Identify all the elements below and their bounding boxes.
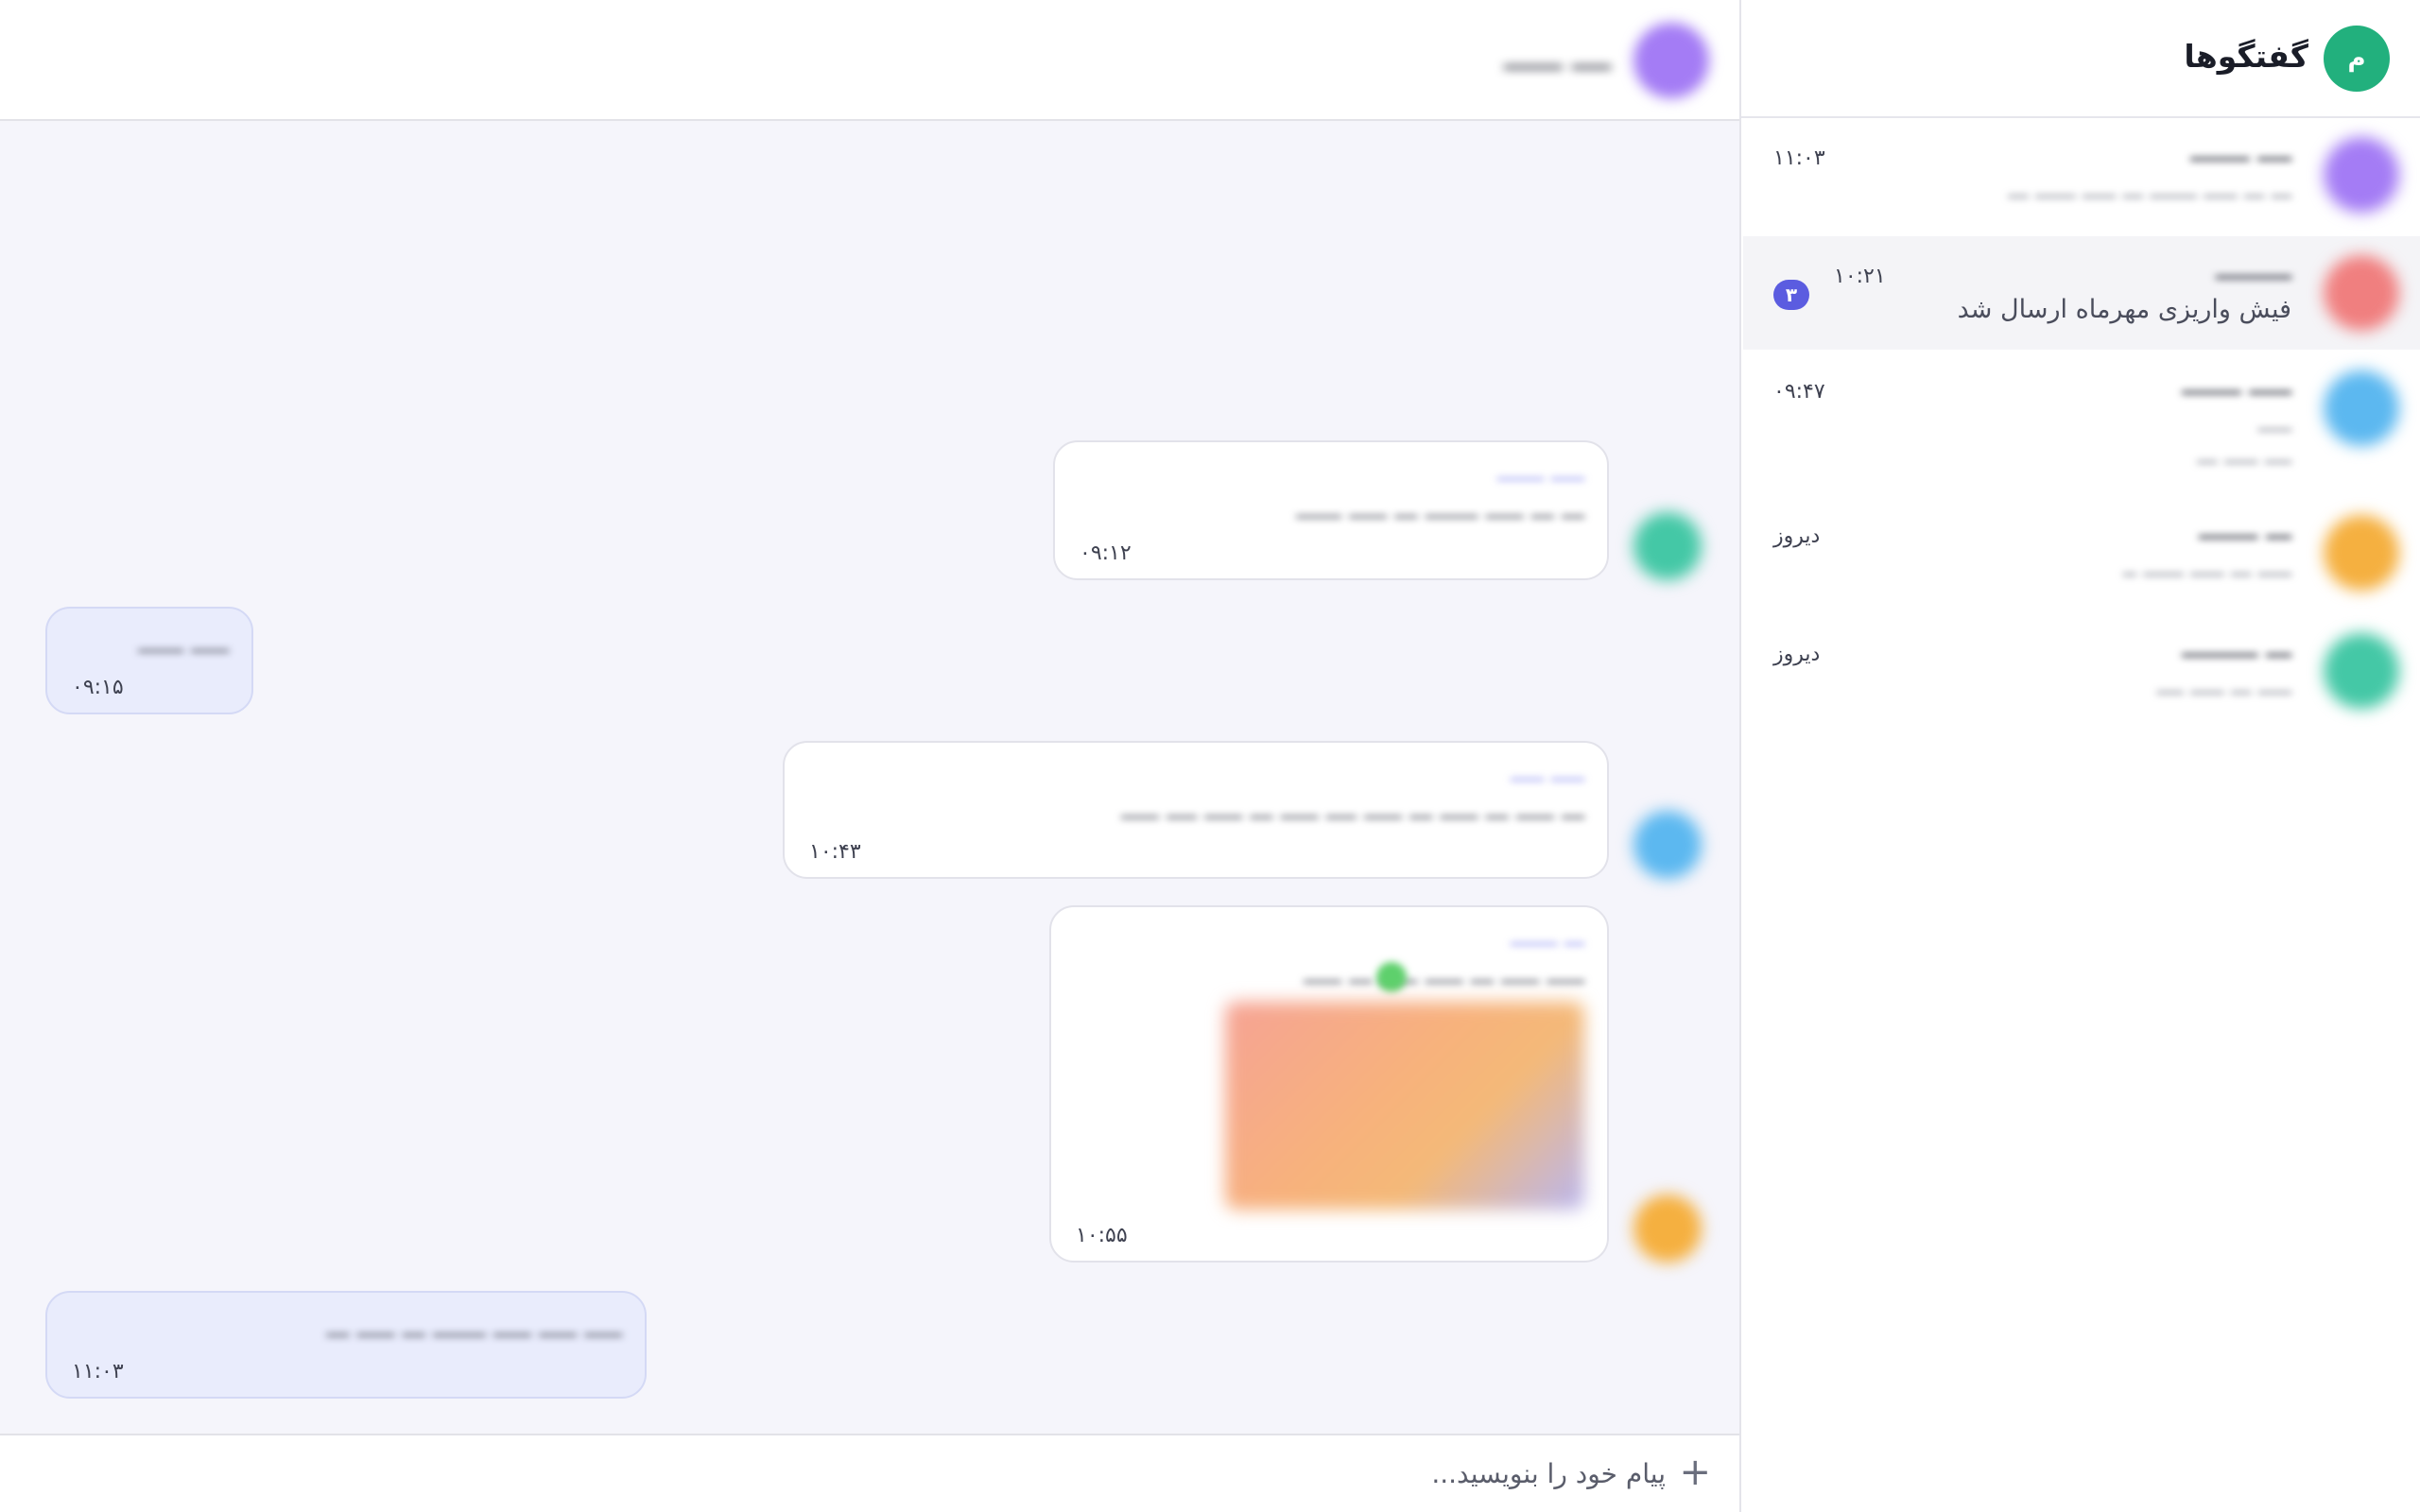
chat-avatar [2324, 515, 2399, 591]
chat-name: ـــ ـــــــــ [2182, 635, 2291, 663]
chat-avatar [2324, 370, 2399, 446]
message-composer: + [0, 1434, 1739, 1512]
app: م گفتگوها ــــ ـــــــ ـــ ـــ ـــــ ـــ… [0, 0, 2420, 1512]
conversation-pane: ــــ ــــــ ـــــ ـــــــ ـــ ـــ ـــــ … [0, 0, 1739, 1512]
chat-time: دیروز [1773, 643, 1821, 666]
message-bubble[interactable]: ـــــ ـــــ ـــ ـــــ ـــ ـــــ ـــ ــــ… [783, 741, 1609, 879]
chat-preview: ـــــ ـــ ـــــ ــــ [2156, 673, 2291, 699]
chat-preview: ـــــ [2257, 410, 2291, 437]
message-bubble[interactable]: ـــــ ـــــــ ـــ ـــ ـــــ ـــــــ ـــ … [1053, 440, 1609, 580]
chat-list-item[interactable]: ـــ ـــــــ ـــــ ـــ ـــــ ــــــ ــ دی… [1743, 496, 2420, 610]
chat-avatar [2324, 633, 2399, 709]
message-input[interactable] [153, 1435, 1666, 1512]
chat-list-item[interactable]: ـــــ ـــــــ ـــــ ــــ ـــــ ـــ ۰۹:۴۷ [1743, 352, 2420, 493]
conversation-header: ــــ ــــــ [0, 0, 1739, 121]
chat-name: ــــ ـــــــ [2190, 139, 2291, 167]
chat-time: دیروز [1773, 524, 1821, 548]
message-avatar [1634, 512, 1702, 580]
contact-avatar[interactable] [1634, 23, 1709, 98]
message-bubble-with-image[interactable]: ـــ ـــــــ ـــــ ـــــ ـــ ـــــ ـــــ … [1049, 905, 1609, 1263]
message-sender: ـــــ ـــــ [1511, 760, 1584, 786]
message-sender: ـــــ ـــــــ [1496, 459, 1584, 486]
attach-plus-icon[interactable]: + [1679, 1449, 1711, 1496]
sidebar-header: م گفتگوها [1741, 0, 2420, 118]
message-time: ۱۰:۴۳ [809, 840, 861, 864]
chat-list-item-active[interactable]: ـــــــــ فیش واریزی مهرماه ارسال شد ۱۰:… [1743, 236, 2420, 350]
message-sender: ـــ ـــــــ [1511, 924, 1584, 951]
chat-avatar [2324, 255, 2399, 331]
chat-avatar [2324, 137, 2399, 213]
my-message-bubble[interactable]: ـــــ ـــــ ـــــ ـــــــ ـــ ـــــ ـــ … [45, 1291, 647, 1399]
message-text: ـــــ ــــــ [138, 629, 229, 659]
my-message-bubble[interactable]: ـــــ ــــــ ۰۹:۱۵ [45, 607, 253, 714]
chat-time: ۰۹:۴۷ [1773, 380, 1825, 404]
message-avatar [1634, 1194, 1702, 1263]
chat-preview-line-2: ــــ ـــــ ـــ [2197, 442, 2291, 469]
chat-name: ـــ ـــــــ [2199, 517, 2291, 545]
chat-list-item[interactable]: ــــ ـــــــ ـــ ـــ ـــــ ـــــــ ـــ ـ… [1743, 118, 2420, 232]
emoji-icon [1376, 962, 1407, 992]
chat-name: ـــــ ـــــــ [2182, 372, 2291, 401]
message-avatar [1634, 811, 1702, 879]
chat-preview: فیش واریزی مهرماه ارسال شد [1957, 295, 2291, 324]
chat-preview: ـــ ـــ ـــــ ـــــــ ـــ ـــــ ــــــ ـ… [2008, 177, 2292, 203]
chat-list-item[interactable]: ـــ ـــــــــ ـــــ ـــ ـــــ ــــ دیروز [1743, 614, 2420, 728]
message-text: ـــــ ـــــ ـــــ ـــــــ ـــ ـــــ ـــ [326, 1314, 622, 1343]
contact-name[interactable]: ــــ ــــــ [1504, 43, 1611, 77]
message-text: ـــ ـــــ ـــ ـــــ ـــ ـــــ ــــ ـــــ… [1121, 796, 1584, 825]
sidebar: م گفتگوها ــــ ـــــــ ـــ ـــ ـــــ ـــ… [1739, 0, 2420, 1512]
message-list[interactable]: ـــــ ـــــــ ـــ ـــ ـــــ ـــــــ ـــ … [0, 123, 1739, 1432]
chat-time: ۱۰:۲۱ [1834, 265, 1886, 288]
chat-name: ـــــــــ [2216, 257, 2291, 285]
message-text: ـــــ ـــــ ـــ ـــــ ـــــ ـــ ـــــ [1304, 960, 1584, 989]
message-time: ۱۱:۰۳ [72, 1360, 124, 1383]
message-text: ـــ ـــ ـــــ ـــــــ ـــ ـــــ ــــــ [1296, 495, 1584, 524]
message-image[interactable] [1225, 1002, 1584, 1210]
message-time: ۰۹:۱۲ [1080, 541, 1132, 565]
user-avatar[interactable]: م [2324, 26, 2390, 92]
message-time: ۱۰:۵۵ [1076, 1224, 1128, 1247]
message-time: ۰۹:۱۵ [72, 676, 124, 699]
sidebar-title: گفتگوها [2184, 38, 2308, 75]
chat-preview: ـــــ ـــ ـــــ ــــــ ــ [2122, 555, 2291, 581]
chat-time: ۱۱:۰۳ [1773, 146, 1825, 170]
unread-badge: ۳ [1773, 280, 1809, 310]
